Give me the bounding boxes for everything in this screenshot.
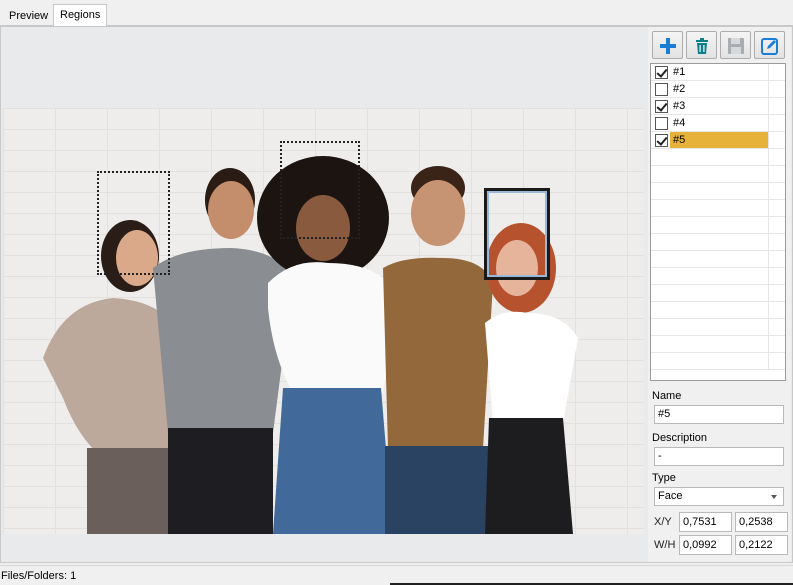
grid-divider bbox=[768, 98, 769, 115]
image-viewer bbox=[1, 27, 646, 562]
grid-divider bbox=[768, 200, 769, 217]
person-1-pants bbox=[87, 448, 169, 534]
wh-label: W/H bbox=[654, 539, 676, 551]
h-field[interactable]: 0,2122 bbox=[735, 535, 788, 555]
region-2-checkbox[interactable] bbox=[655, 83, 668, 96]
delete-region-button[interactable] bbox=[686, 31, 717, 59]
grid-divider bbox=[768, 166, 769, 183]
person-2-pants bbox=[168, 428, 273, 534]
tab-regions[interactable]: Regions bbox=[53, 4, 108, 27]
region-1-checkbox[interactable] bbox=[655, 66, 668, 79]
region-box-5-selected[interactable] bbox=[484, 188, 550, 280]
description-field[interactable]: - bbox=[654, 447, 784, 466]
person-5-pants bbox=[485, 418, 573, 534]
region-4-checkbox[interactable] bbox=[655, 117, 668, 130]
xy-label: X/Y bbox=[654, 516, 672, 528]
name-field[interactable]: #5 bbox=[654, 405, 784, 424]
region-5-label: #5 bbox=[673, 134, 686, 146]
grid-divider bbox=[768, 353, 769, 370]
empty-row bbox=[651, 285, 785, 302]
person-4-face bbox=[411, 180, 465, 246]
region-row-3[interactable]: #3 bbox=[651, 98, 785, 115]
region-1-label: #1 bbox=[673, 66, 686, 78]
grid-divider bbox=[768, 81, 769, 98]
region-3-checkbox[interactable] bbox=[655, 100, 668, 113]
empty-row bbox=[651, 234, 785, 251]
person-3-top bbox=[268, 262, 398, 393]
empty-row bbox=[651, 183, 785, 200]
grid-divider bbox=[768, 115, 769, 132]
w-field[interactable]: 0,0992 bbox=[679, 535, 732, 555]
grid-divider bbox=[768, 183, 769, 200]
chevron-down-icon bbox=[771, 495, 777, 499]
person-4-jeans bbox=[385, 446, 488, 534]
type-select-value: Face bbox=[658, 490, 683, 502]
regions-panel: #1 #2 #3 #4 #5 Name #5 Description - Typ… bbox=[648, 27, 791, 562]
empty-row bbox=[651, 200, 785, 217]
region-2-label: #2 bbox=[673, 83, 686, 95]
person-1-cardigan bbox=[43, 298, 175, 458]
region-box-1[interactable] bbox=[97, 171, 170, 275]
tab-preview[interactable]: Preview bbox=[2, 5, 55, 26]
person-5-top bbox=[485, 311, 578, 423]
grid-divider bbox=[768, 319, 769, 336]
region-row-2[interactable]: #2 bbox=[651, 81, 785, 98]
add-region-button[interactable] bbox=[652, 31, 683, 59]
edit-region-button[interactable] bbox=[754, 31, 785, 59]
region-4-label: #4 bbox=[673, 117, 686, 129]
grid-divider bbox=[768, 132, 769, 149]
status-bar: Files/Folders: 1 bbox=[0, 565, 793, 585]
person-4-shirt bbox=[383, 257, 493, 448]
region-3-label: #3 bbox=[673, 100, 686, 112]
region-row-4[interactable]: #4 bbox=[651, 115, 785, 132]
empty-row bbox=[651, 217, 785, 234]
empty-row bbox=[651, 251, 785, 268]
floppy-disk-icon bbox=[728, 38, 744, 54]
trash-icon bbox=[696, 38, 708, 54]
region-row-5[interactable]: #5 bbox=[651, 132, 785, 149]
name-label: Name bbox=[652, 390, 682, 402]
person-2-face bbox=[208, 181, 254, 239]
description-label: Description bbox=[652, 432, 708, 444]
grid-divider bbox=[768, 302, 769, 319]
grid-divider bbox=[768, 217, 769, 234]
region-row-1[interactable]: #1 bbox=[651, 64, 785, 81]
empty-row bbox=[651, 319, 785, 336]
type-select[interactable]: Face bbox=[654, 487, 784, 506]
region-box-3[interactable] bbox=[280, 141, 360, 239]
empty-row bbox=[651, 336, 785, 353]
empty-row bbox=[651, 268, 785, 285]
empty-row bbox=[651, 166, 785, 183]
x-field[interactable]: 0,7531 bbox=[679, 512, 732, 532]
save-region-button[interactable] bbox=[720, 31, 751, 59]
type-label: Type bbox=[652, 472, 676, 484]
grid-divider bbox=[768, 64, 769, 81]
files-folders-count: Files/Folders: 1 bbox=[1, 570, 77, 582]
person-3-jeans bbox=[273, 388, 393, 534]
grid-divider bbox=[768, 285, 769, 302]
empty-row bbox=[651, 302, 785, 319]
person-2-shirt bbox=[153, 248, 293, 433]
grid-divider bbox=[768, 234, 769, 251]
regions-toolbar bbox=[650, 29, 789, 61]
empty-row bbox=[651, 149, 785, 166]
edit-icon bbox=[761, 38, 778, 55]
region-list[interactable]: #1 #2 #3 #4 #5 bbox=[650, 63, 786, 381]
empty-row bbox=[651, 353, 785, 370]
plus-icon bbox=[660, 38, 676, 54]
grid-divider bbox=[768, 268, 769, 285]
region-5-checkbox[interactable] bbox=[655, 134, 668, 147]
grid-divider bbox=[768, 336, 769, 353]
y-field[interactable]: 0,2538 bbox=[735, 512, 788, 532]
grid-divider bbox=[768, 251, 769, 268]
tab-strip: Preview Regions bbox=[0, 0, 793, 27]
grid-divider bbox=[768, 149, 769, 166]
